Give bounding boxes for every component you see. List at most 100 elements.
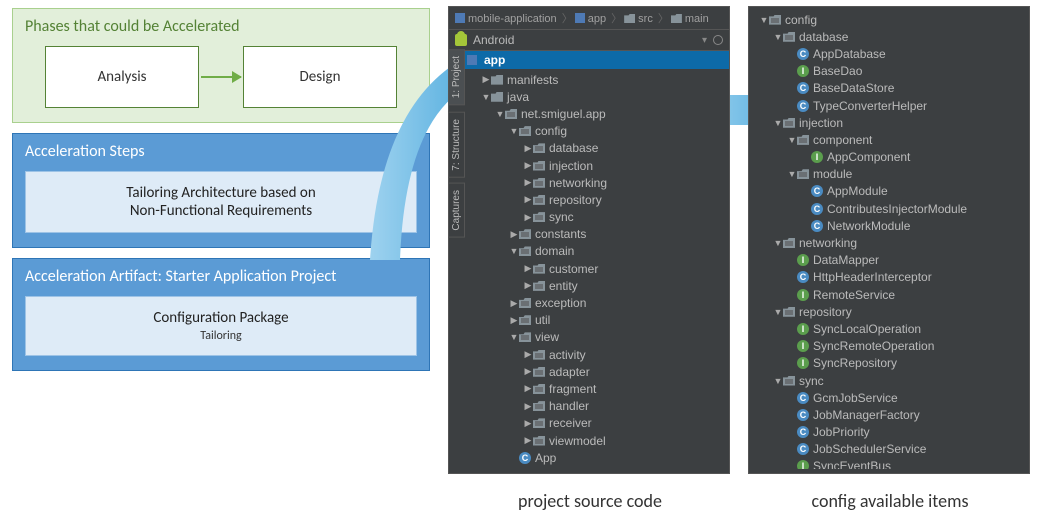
tree-row[interactable]: ContributesInjectorModule (753, 200, 1029, 217)
package-icon (519, 246, 531, 256)
tree-row[interactable]: App (453, 449, 729, 466)
tree-row[interactable]: entity (453, 277, 729, 294)
package-icon (519, 229, 531, 239)
expand-toggle[interactable] (759, 15, 769, 25)
expand-toggle[interactable] (523, 160, 533, 171)
expand-toggle[interactable] (509, 298, 519, 309)
interface-icon (797, 340, 809, 352)
expand-toggle[interactable] (523, 177, 533, 188)
tree-row[interactable]: SyncLocalOperation (753, 320, 1029, 337)
bc-app-root[interactable]: mobile-application (468, 13, 557, 25)
tree-row[interactable]: database (753, 28, 1029, 45)
tree-row[interactable]: repository (453, 191, 729, 208)
expand-toggle[interactable] (523, 143, 533, 154)
expand-toggle[interactable] (509, 315, 519, 326)
expand-toggle[interactable] (787, 169, 797, 179)
tree-row[interactable]: AppModule (753, 183, 1029, 200)
tree-row[interactable]: module (753, 166, 1029, 183)
tree-row[interactable]: util (453, 312, 729, 329)
app-node-selected[interactable]: app (449, 51, 729, 69)
package-icon (533, 195, 545, 205)
gear-icon[interactable] (713, 35, 723, 45)
expand-toggle[interactable] (523, 383, 533, 394)
tree-row[interactable]: RemoteService (753, 286, 1029, 303)
expand-toggle[interactable] (773, 118, 783, 128)
tree-row[interactable]: sync (453, 209, 729, 226)
tree-row[interactable]: viewmodel (453, 432, 729, 449)
steps-line1: Tailoring Architecture based on (126, 184, 315, 202)
chevron-down-icon[interactable]: ▾ (702, 35, 707, 46)
tree-row[interactable]: sync (753, 372, 1029, 389)
bc-main[interactable]: main (685, 13, 709, 25)
tree-row[interactable]: JobPriority (753, 424, 1029, 441)
tree-row[interactable]: injection (453, 157, 729, 174)
tree-row[interactable]: database (453, 140, 729, 157)
expand-toggle[interactable] (523, 349, 533, 360)
tree-row[interactable]: receiver (453, 415, 729, 432)
tree-row[interactable]: customer (453, 260, 729, 277)
tree-row[interactable]: SyncRepository (753, 355, 1029, 372)
folder-icon (671, 13, 685, 25)
expand-toggle[interactable] (773, 238, 783, 248)
breadcrumb-bar[interactable]: mobile-application 〉app 〉src 〉main (449, 7, 729, 30)
expand-toggle[interactable] (523, 366, 533, 377)
tree-row[interactable]: view (453, 329, 729, 346)
tree-row[interactable]: fragment (453, 380, 729, 397)
expand-toggle[interactable] (773, 32, 783, 42)
tree-row[interactable]: AppDatabase (753, 45, 1029, 62)
tree-row[interactable]: DataMapper (753, 252, 1029, 269)
view-selector-bar[interactable]: Android ▾ (449, 30, 729, 51)
tree-row[interactable]: manifests (453, 71, 729, 88)
bc-src[interactable]: src (638, 13, 653, 25)
expand-toggle[interactable] (787, 135, 797, 145)
expand-toggle[interactable] (773, 376, 783, 386)
tree-row[interactable]: GcmJobService (753, 389, 1029, 406)
expand-toggle[interactable] (509, 229, 519, 240)
expand-toggle[interactable] (523, 263, 533, 274)
expand-toggle[interactable] (481, 92, 491, 102)
bc-app[interactable]: app (588, 13, 606, 25)
tree-row[interactable]: constants (453, 226, 729, 243)
tree-row[interactable]: TypeConverterHelper (753, 97, 1029, 114)
tree-row[interactable]: JobManagerFactory (753, 406, 1029, 423)
expand-toggle[interactable] (523, 435, 533, 446)
tree-row[interactable]: config (753, 11, 1029, 28)
tree-row[interactable]: networking (453, 174, 729, 191)
expand-toggle[interactable] (523, 194, 533, 205)
expand-toggle[interactable] (509, 126, 519, 136)
tree-row[interactable]: AppComponent (753, 149, 1029, 166)
expand-toggle[interactable] (523, 401, 533, 412)
tree-row[interactable]: handler (453, 398, 729, 415)
tree-row[interactable]: BaseDataStore (753, 80, 1029, 97)
tree-row[interactable]: net.smiguel.app (453, 105, 729, 122)
expand-toggle[interactable] (495, 109, 505, 119)
tree-label: entity (549, 279, 578, 293)
tree-row[interactable]: BaseDao (753, 63, 1029, 80)
tree-row[interactable]: HttpHeaderInterceptor (753, 269, 1029, 286)
expand-toggle[interactable] (509, 246, 519, 256)
project-tree[interactable]: manifestsjavanet.smiguel.appconfigdataba… (449, 69, 729, 475)
tree-row[interactable]: repository (753, 303, 1029, 320)
expand-toggle[interactable] (523, 280, 533, 291)
tree-row[interactable]: config (453, 123, 729, 140)
tree-row[interactable]: injection (753, 114, 1029, 131)
tree-row[interactable]: component (753, 131, 1029, 148)
tree-row[interactable]: domain (453, 243, 729, 260)
tree-row[interactable]: networking (753, 234, 1029, 251)
expand-toggle[interactable] (773, 307, 783, 317)
config-tree[interactable]: configdatabaseAppDatabaseBaseDaoBaseData… (749, 7, 1029, 469)
tree-row[interactable]: JobSchedulerService (753, 441, 1029, 458)
expand-toggle[interactable] (481, 74, 491, 85)
tree-row[interactable]: activity (453, 346, 729, 363)
tree-row[interactable]: adapter (453, 363, 729, 380)
tree-row[interactable]: java (453, 88, 729, 105)
tree-row[interactable]: exception (453, 294, 729, 311)
expand-toggle[interactable] (523, 418, 533, 429)
tree-row[interactable]: SyncRemoteOperation (753, 338, 1029, 355)
artifact-panel: Acceleration Artifact: Starter Applicati… (12, 258, 430, 371)
tree-row[interactable]: NetworkModule (753, 217, 1029, 234)
tree-row[interactable]: SyncEventBus (753, 458, 1029, 469)
android-icon (455, 34, 467, 46)
expand-toggle[interactable] (509, 332, 519, 342)
expand-toggle[interactable] (523, 212, 533, 223)
